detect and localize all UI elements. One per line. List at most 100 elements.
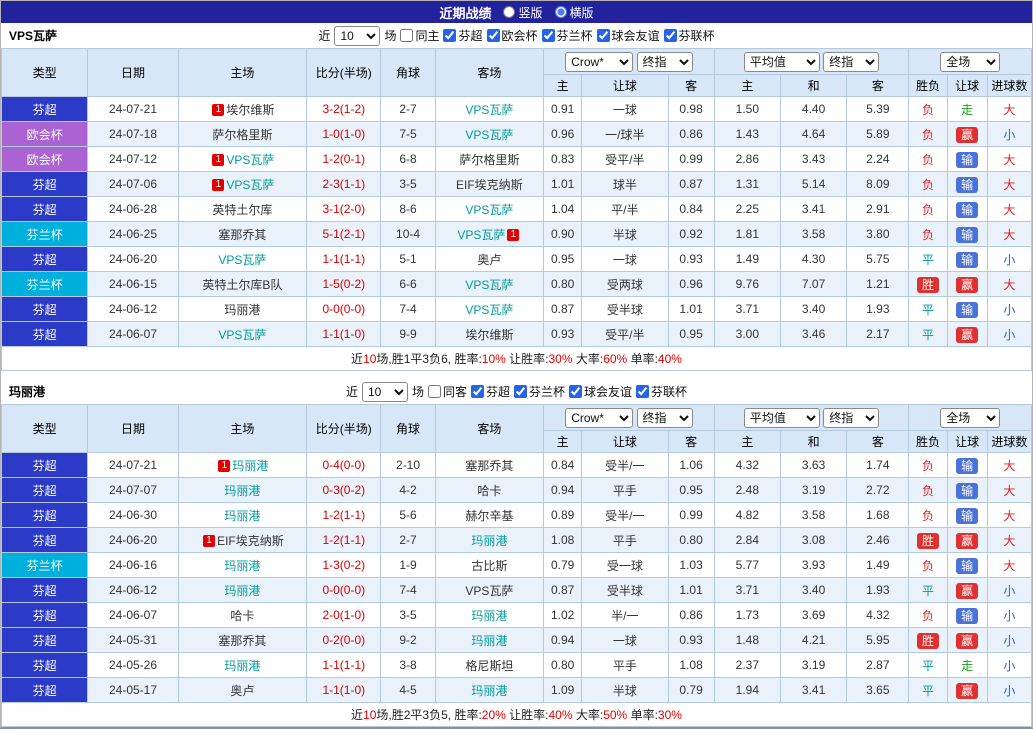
league-checkbox[interactable] xyxy=(486,29,500,42)
match-date-cell: 24-06-20 xyxy=(87,246,179,272)
league-checkbox[interactable] xyxy=(541,29,555,42)
avg-away-cell: 5.95 xyxy=(846,627,910,653)
odds-away-cell: 1.08 xyxy=(667,652,715,678)
league-checkbox[interactable] xyxy=(569,385,583,398)
handicap-result-cell: 赢 xyxy=(946,121,988,147)
odds-source-select[interactable]: Crow* xyxy=(565,407,634,428)
match-row: 芬超 24-07-06 1 VPS瓦萨 2-3(1-1) 3-5 EIF埃克纳斯 1.01 球半… xyxy=(0,171,1033,197)
league-filter[interactable]: 欧会杯 xyxy=(486,27,538,44)
match-date-cell: 24-05-17 xyxy=(87,677,179,703)
match-count-select[interactable]: 10 xyxy=(334,25,381,46)
same-venue-filter[interactable]: 同主 xyxy=(400,27,439,44)
handicap-result-cell: 输 xyxy=(946,477,988,503)
scope-select[interactable]: 全场 xyxy=(940,407,1001,428)
goals-result-cell: 小 xyxy=(986,577,1033,603)
vertical-view-radio[interactable] xyxy=(503,6,516,18)
match-score: 5-1(2-1) xyxy=(322,227,366,241)
league-filter[interactable]: 芬兰杯 xyxy=(514,383,565,400)
handicap-result-cell: 输 xyxy=(946,146,988,172)
league-checkbox[interactable] xyxy=(636,385,650,398)
scope-select[interactable]: 全场 xyxy=(940,51,1001,72)
avg-time-select[interactable]: 终指 xyxy=(823,51,880,72)
corner-cell: 2-7 xyxy=(380,96,436,122)
home-team-cell: VPS瓦萨 xyxy=(177,246,308,272)
sub-header-handicap: 让球 xyxy=(946,74,988,97)
goals-result-cell: 小 xyxy=(986,652,1033,678)
avg-time-select[interactable]: 终指 xyxy=(823,407,880,428)
league-checkbox[interactable] xyxy=(596,29,610,42)
odds-away-cell: 0.86 xyxy=(667,121,715,147)
match-score: 0-4(0-0) xyxy=(322,458,366,472)
match-row: 芬兰杯 24-06-16 玛丽港 1-3(0-2) 1-9 古比斯 0.79 受一球 1.03 5… xyxy=(0,552,1033,578)
avg-away-cell: 2.72 xyxy=(846,477,910,503)
league-filter[interactable]: 芬超 xyxy=(443,27,483,44)
odds-home-cell: 0.79 xyxy=(543,552,583,578)
score-cell: 1-1(1-0) xyxy=(306,677,382,703)
home-team-name: 奥卢 xyxy=(230,683,255,698)
odds-time-select[interactable]: 终指 xyxy=(636,51,693,72)
avg-source-select[interactable]: 平均值 xyxy=(743,51,820,72)
result-cell: 负 xyxy=(908,96,948,122)
home-team-cell: 1 VPS瓦萨 xyxy=(177,171,308,197)
goals-flag: 大 xyxy=(1003,227,1016,242)
handicap-result-cell: 赢 xyxy=(946,527,988,553)
home-team-cell: 玛丽港 xyxy=(177,477,308,503)
league-checkbox[interactable] xyxy=(663,29,677,42)
sub-header-goals: 进球数 xyxy=(986,430,1033,453)
league-filter[interactable]: 芬联杯 xyxy=(663,27,715,44)
away-team-cell: 萨尔格里斯 xyxy=(434,146,545,172)
summary-row: 近10场,胜2平3负5, 胜率:20% 让胜率:40% 大率:50% 单率:30… xyxy=(1,702,1032,727)
rank-badge: 1 xyxy=(212,179,225,192)
handicap-result-cell: 输 xyxy=(946,602,988,628)
away-team-cell: VPS瓦萨 xyxy=(434,121,545,147)
view-option-horizontal[interactable]: 横版 xyxy=(554,4,594,21)
league-filter-label: 芬超 xyxy=(458,29,483,43)
goals-flag: 小 xyxy=(1003,608,1016,623)
league-type-cell: 芬超 xyxy=(0,527,89,553)
league-filter[interactable]: 芬联杯 xyxy=(636,383,687,400)
odds-time-select[interactable]: 终指 xyxy=(636,407,693,428)
league-checkbox[interactable] xyxy=(514,385,527,398)
odds-home-cell: 0.80 xyxy=(543,271,583,297)
league-filter[interactable]: 球会友谊 xyxy=(596,27,660,44)
goals-flag: 小 xyxy=(1003,127,1016,142)
same-venue-checkbox[interactable] xyxy=(400,29,414,42)
league-filter[interactable]: 芬超 xyxy=(470,383,510,400)
goals-flag: 大 xyxy=(1003,558,1016,573)
home-team-cell: 玛丽港 xyxy=(177,502,308,528)
league-checkbox[interactable] xyxy=(470,385,484,398)
avg-group-header: 平均值 终指 xyxy=(713,48,910,75)
away-team-cell: 玛丽港 xyxy=(434,602,545,628)
match-row: 芬超 24-06-20 VPS瓦萨 1-1(1-1) 5-1 奥卢 0.95 一球 0.93 1.… xyxy=(0,246,1033,272)
col-header-away: 客场 xyxy=(434,404,545,453)
score-cell: 1-2(1-1) xyxy=(306,527,382,553)
result-flag: 平 xyxy=(922,583,935,598)
league-checkbox[interactable] xyxy=(443,29,457,42)
score-cell: 0-0(0-0) xyxy=(306,577,382,603)
col-header-score: 比分(半场) xyxy=(306,48,382,97)
league-filter-label: 球会友谊 xyxy=(584,385,633,399)
corner-cell: 4-5 xyxy=(380,677,436,703)
summary-part: 30% xyxy=(657,708,682,722)
away-team-name: 玛丽港 xyxy=(471,633,508,648)
summary-part: 大率: xyxy=(572,352,604,366)
same-venue-checkbox[interactable] xyxy=(427,385,441,398)
avg-source-select[interactable]: 平均值 xyxy=(743,407,820,428)
home-team-name: 埃尔维斯 xyxy=(226,102,275,117)
goals-result-cell: 小 xyxy=(986,321,1033,347)
same-venue-filter[interactable]: 同客 xyxy=(427,383,467,400)
score-cell: 1-1(1-1) xyxy=(306,652,382,678)
goals-result-cell: 大 xyxy=(986,502,1033,528)
score-cell: 0-4(0-0) xyxy=(306,452,382,478)
league-filter[interactable]: 球会友谊 xyxy=(569,383,632,400)
horizontal-view-radio[interactable] xyxy=(554,6,567,18)
odds-source-select[interactable]: Crow* xyxy=(565,51,634,72)
odds-away-cell: 1.01 xyxy=(667,296,715,322)
result-cell: 平 xyxy=(908,246,948,272)
match-count-select[interactable]: 10 xyxy=(361,381,408,402)
away-team-name: 哈卡 xyxy=(477,483,502,498)
view-option-vertical[interactable]: 竖版 xyxy=(503,4,543,21)
match-rows: 芬超 24-07-21 1 埃尔维斯 3-2(1-2) 2-7 VPS瓦萨 0.91 一球 0.9… xyxy=(0,96,1033,347)
league-filter[interactable]: 芬兰杯 xyxy=(541,27,593,44)
corner-cell: 5-6 xyxy=(380,502,436,528)
